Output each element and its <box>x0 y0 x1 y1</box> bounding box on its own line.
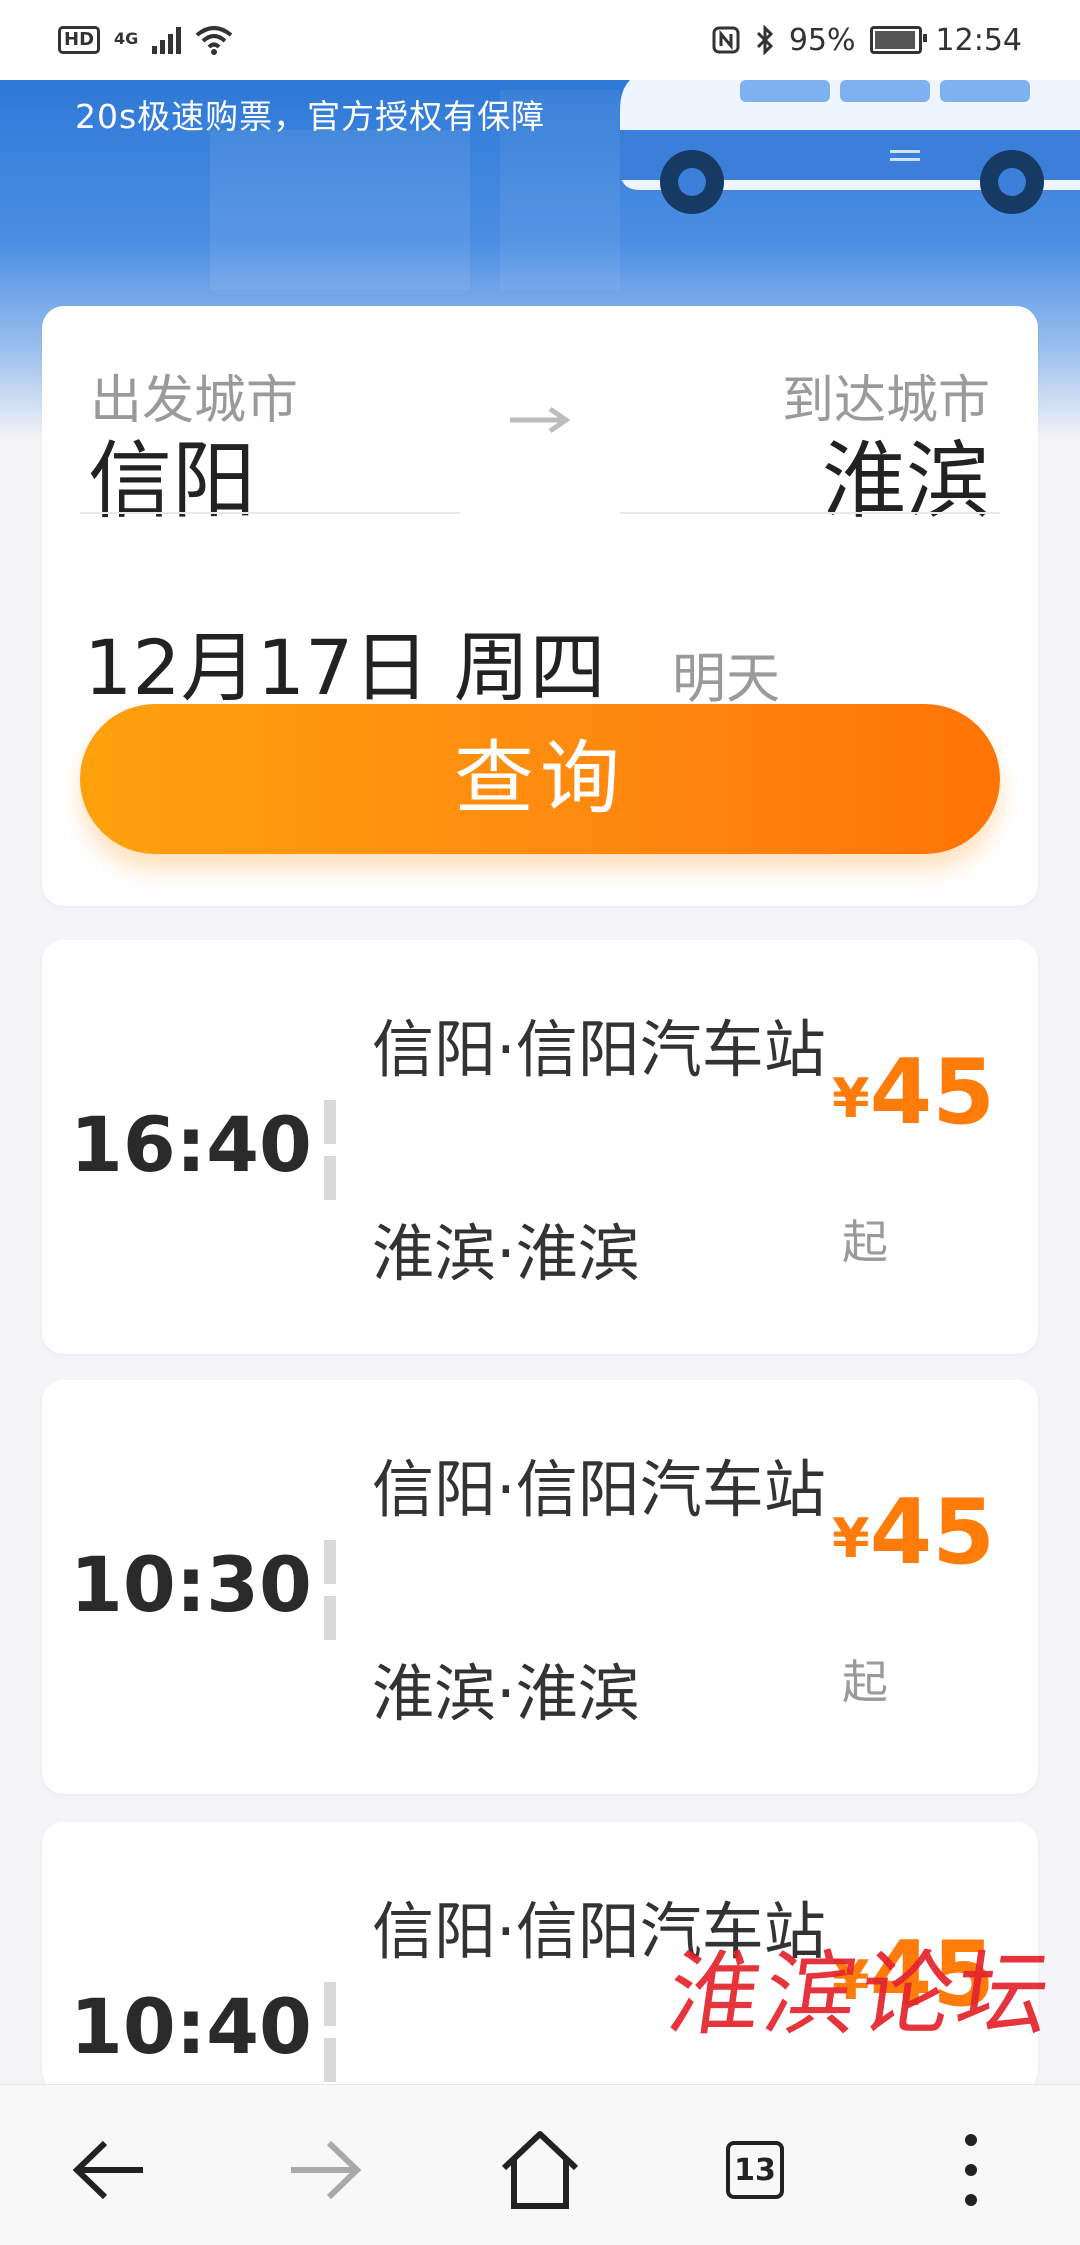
trip-divider <box>324 1982 336 2084</box>
battery-icon <box>869 26 927 54</box>
back-arrow-icon <box>72 2140 143 2200</box>
tabs-icon: 13 <box>726 2141 784 2199</box>
forward-arrow-icon <box>291 2140 362 2200</box>
trip-departure-time: 10:40 <box>70 1982 312 2071</box>
status-right: 95% 12:54 <box>711 23 1022 58</box>
back-button[interactable] <box>54 2115 164 2225</box>
more-icon <box>965 2134 977 2206</box>
banner-slogan: 20s极速购票，官方授权有保障 <box>75 97 546 136</box>
banner-decoration <box>210 130 470 290</box>
from-city-field[interactable]: 信阳 <box>88 414 256 535</box>
browser-bottom-nav: 13 <box>0 2084 1080 2245</box>
currency-symbol: ¥ <box>832 1507 870 1570</box>
trip-arrival-station: 淮滨·淮滨 <box>372 1217 640 1290</box>
date-picker[interactable]: 12月17日 周四 <box>84 606 606 716</box>
trip-divider <box>324 1540 336 1642</box>
trip-price: ¥45 <box>832 1040 995 1145</box>
search-button[interactable]: 查询 <box>80 704 1000 854</box>
more-menu-button[interactable] <box>916 2115 1026 2225</box>
nfc-icon <box>712 26 740 54</box>
clock: 12:54 <box>935 22 1022 58</box>
signal-icon <box>152 26 182 54</box>
trip-departure-station: 信阳·信阳汽车站 <box>372 1013 826 1086</box>
swap-arrow-icon[interactable] <box>508 406 572 434</box>
currency-symbol: ¥ <box>832 1067 870 1130</box>
trip-departure-station: 信阳·信阳汽车站 <box>372 1453 826 1526</box>
status-left: HD 4G <box>58 25 233 55</box>
trip-price: ¥45 <box>832 1480 995 1585</box>
to-city-field[interactable]: 淮滨 <box>822 414 990 535</box>
trip-card[interactable]: 10:30 信阳·信阳汽车站 淮滨·淮滨 ¥45 起 <box>42 1380 1038 1794</box>
price-suffix: 起 <box>842 1215 888 1269</box>
from-city-underline <box>80 512 460 514</box>
search-card: 出发城市 信阳 到达城市 淮滨 12月17日 周四 明天 查询 <box>42 306 1038 906</box>
battery-percent: 95% <box>788 22 856 58</box>
status-bar: HD 4G 95% 12:54 <box>0 0 1080 80</box>
network-type: 4G <box>114 29 139 48</box>
home-icon <box>501 2131 579 2209</box>
hd-icon: HD <box>58 26 101 54</box>
trip-departure-time: 16:40 <box>70 1100 312 1189</box>
tabs-button[interactable]: 13 <box>700 2115 810 2225</box>
trip-card[interactable]: 16:40 信阳·信阳汽车站 淮滨·淮滨 ¥45 起 <box>42 940 1038 1354</box>
bus-illustration <box>620 80 1080 214</box>
price-value: 45 <box>869 1040 995 1145</box>
trip-divider <box>324 1100 336 1202</box>
forward-button[interactable] <box>270 2115 380 2225</box>
home-button[interactable] <box>485 2115 595 2225</box>
trip-arrival-station: 淮滨·淮滨 <box>372 1657 640 1730</box>
trip-departure-time: 10:30 <box>70 1540 312 1629</box>
to-city-underline <box>620 512 1000 514</box>
forum-watermark: 淮滨论坛 <box>661 1941 1061 2048</box>
price-suffix: 起 <box>842 1655 888 1709</box>
bluetooth-icon <box>756 25 773 55</box>
price-value: 45 <box>869 1480 995 1585</box>
date-hint: 明天 <box>672 647 780 710</box>
wifi-icon <box>196 26 233 55</box>
